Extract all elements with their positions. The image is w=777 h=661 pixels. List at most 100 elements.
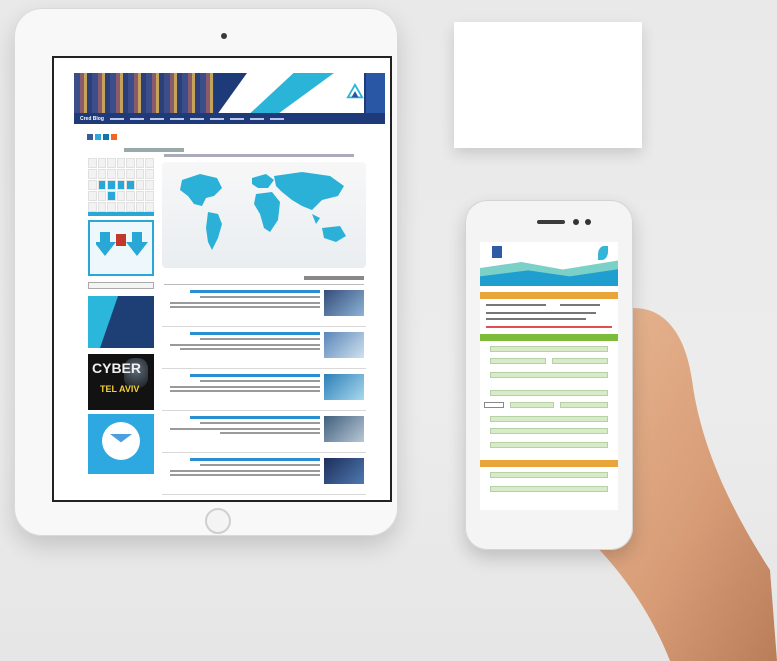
news-text [200,296,320,298]
twitter-icon[interactable] [95,134,101,140]
news-thumbnail [324,416,364,442]
form-field[interactable] [490,442,608,448]
site-nav: Cred Blog [74,113,385,124]
news-text [220,432,320,434]
tablet-device: Cred Blog CYBER TEL AVIV [14,8,398,536]
blank-business-card [454,22,642,148]
news-thumbnail [324,332,364,358]
form-section-bar [480,334,618,341]
map-caption [164,154,354,157]
phone-site-header [480,242,618,290]
news-header [164,276,364,285]
facebook-icon[interactable] [87,134,93,140]
form-text [486,318,586,320]
calendar-widget[interactable] [88,158,154,212]
phone-speaker [537,220,565,224]
form-field[interactable] [490,372,608,378]
envelope-icon [102,422,140,460]
sidebar-select[interactable] [88,282,154,289]
form-select[interactable] [484,402,504,408]
news-title[interactable] [190,458,320,461]
news-text [170,306,320,308]
form-notice [486,326,612,328]
news-text [170,386,320,388]
site-banner: Cred Blog [74,73,385,124]
linkedin-icon[interactable] [103,134,109,140]
news-title[interactable] [190,290,320,293]
news-text [170,390,320,392]
news-item[interactable] [162,328,366,369]
news-text [200,380,320,382]
nav-item[interactable] [189,117,204,120]
tablet-camera [221,33,227,39]
form-text [486,312,596,314]
sidebar-ad-cyber[interactable]: CYBER TEL AVIV [88,354,154,410]
nav-item[interactable] [209,117,224,120]
tablet-home-button[interactable] [205,508,231,534]
phone-camera [573,219,579,225]
news-text [170,428,320,430]
sidebar-ad-newsletter[interactable] [88,414,154,474]
nav-item[interactable] [149,117,164,120]
news-text [200,422,320,424]
ad-subtitle: TEL AVIV [100,384,140,394]
news-item[interactable] [162,454,366,495]
emblem-icon [492,246,502,258]
phone-screen [480,242,618,510]
social-icons [87,134,117,140]
news-item[interactable] [162,370,366,411]
form-title-bar [480,292,618,299]
news-title[interactable] [190,416,320,419]
ad-title: CYBER [92,360,142,376]
nav-item[interactable] [249,117,264,120]
phone-sensor [585,219,591,225]
smartphone-device [465,200,633,550]
nav-item[interactable] [229,117,244,120]
nav-item[interactable] [129,117,144,120]
form-field[interactable] [552,358,608,364]
calendar-footer [88,212,154,216]
form-field[interactable] [490,472,608,478]
nav-item[interactable] [169,117,184,120]
form-section-bar [480,460,618,467]
news-text [170,302,320,304]
calendar-title [124,148,184,152]
news-title[interactable] [190,332,320,335]
form-field[interactable] [490,416,608,422]
news-item[interactable] [162,412,366,453]
form-field[interactable] [490,390,608,396]
news-text [180,348,320,350]
tablet-screen: Cred Blog CYBER TEL AVIV [52,56,392,502]
ad-accent [88,296,118,348]
form-text [486,304,546,306]
news-thumbnail [324,458,364,484]
news-header-title [304,276,364,280]
news-item[interactable] [162,286,366,327]
site-logo-icon [346,83,364,99]
world-map [162,162,366,268]
news-text [200,464,320,466]
form-text [560,304,600,306]
form-field[interactable] [560,402,608,408]
news-text [170,474,320,476]
news-text [170,344,320,346]
world-map-icon [180,172,346,250]
form-field[interactable] [510,402,554,408]
nav-item[interactable] [109,117,124,120]
leaf-logo-icon [598,246,608,260]
nav-item[interactable] [269,117,284,120]
sidebar-ad-arrows[interactable] [88,220,154,276]
sidebar-ad-banner[interactable] [88,296,154,348]
news-thumbnail [324,374,364,400]
form-field[interactable] [490,428,608,434]
arrow-down-icon [96,232,148,256]
form-field[interactable] [490,346,608,352]
news-text [200,338,320,340]
form-field[interactable] [490,358,546,364]
form-field[interactable] [490,486,608,492]
news-title[interactable] [190,374,320,377]
news-thumbnail [324,290,364,316]
nav-item-blog[interactable]: Cred Blog [80,116,104,122]
rss-icon[interactable] [111,134,117,140]
news-text [170,470,320,472]
